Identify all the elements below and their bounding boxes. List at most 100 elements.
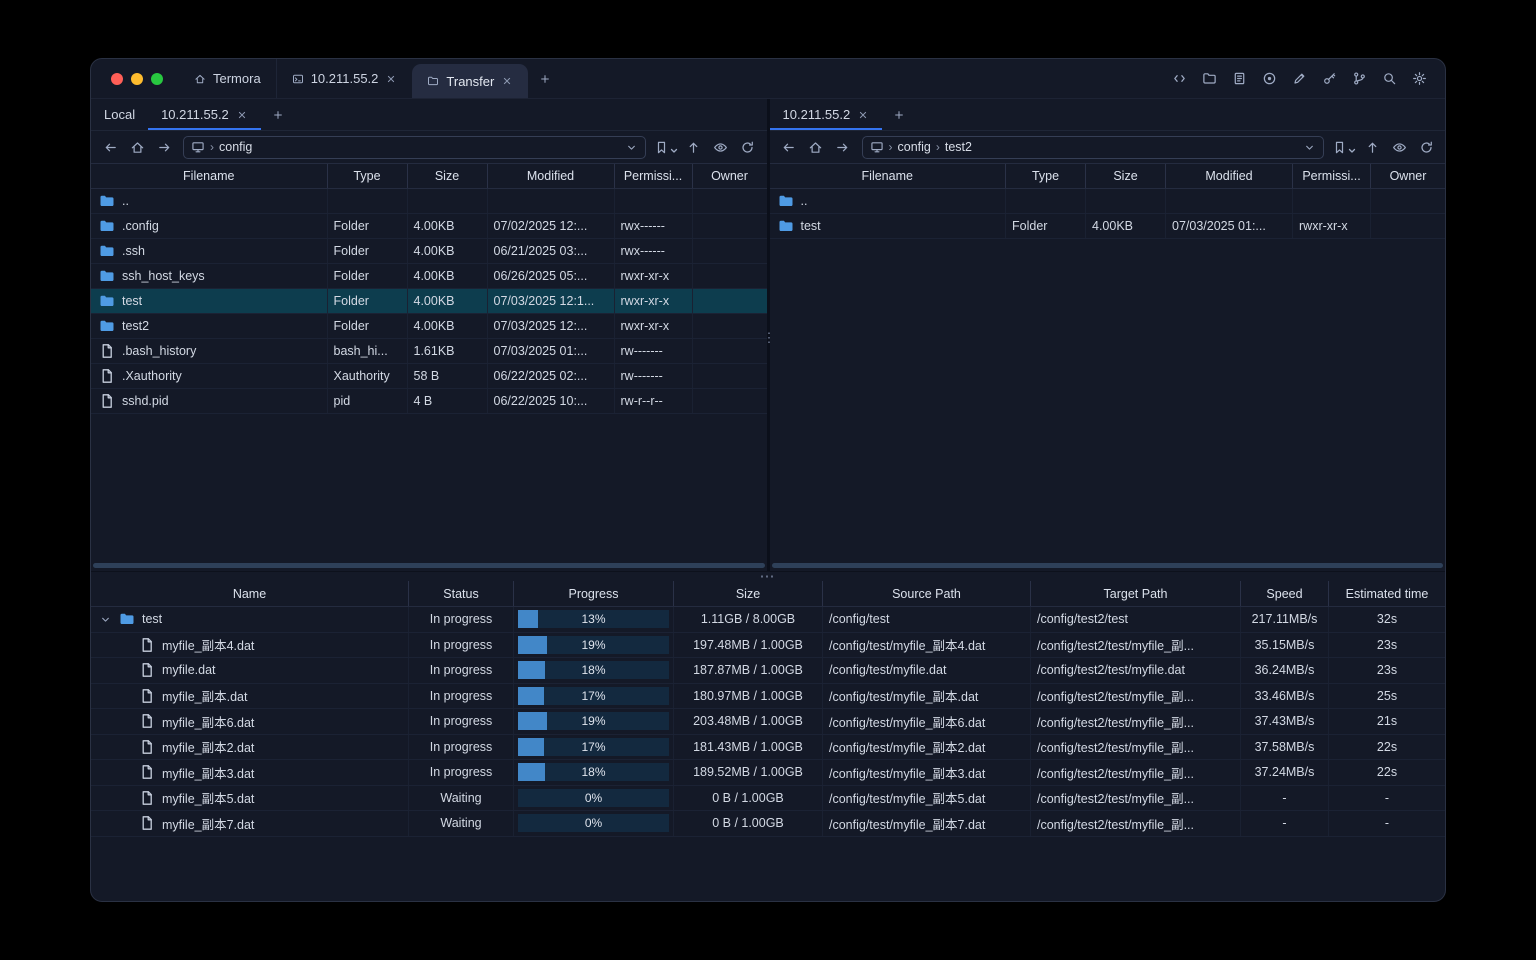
column-header-owner[interactable]: Owner [1371,164,1445,188]
file-icon [99,393,115,409]
folder-icon [99,193,115,209]
column-header-status[interactable]: Status [409,581,514,606]
file-row[interactable]: ssh_host_keys Folder 4.00KB 06/26/2025 05:.… [91,264,767,289]
transfer-panel-splitter[interactable]: ⋯ [91,569,1445,584]
column-header-filename[interactable]: Filename [91,164,328,188]
column-header-modified[interactable]: Modified [1166,164,1293,188]
search-icon[interactable] [1382,71,1397,86]
close-icon[interactable] [501,75,513,87]
file-row[interactable]: .. [91,189,767,214]
code-icon[interactable] [1172,71,1187,86]
column-header-permissi[interactable]: Permissi... [1293,164,1371,188]
bookmark-button[interactable] [1332,136,1356,158]
transfer-name-cell: test [91,607,409,632]
edit-icon[interactable] [1292,71,1307,86]
breadcrumb-segment[interactable]: config [898,140,931,154]
journal-icon[interactable] [1232,71,1247,86]
column-header-progress[interactable]: Progress [514,581,674,606]
transfer-size: 1.11GB / 8.00GB [674,607,823,632]
forward-button[interactable] [153,136,175,158]
home-button[interactable] [805,136,827,158]
chevron-down-icon[interactable] [625,141,638,154]
left-pane-tab-bar: Local 10.211.55.2 [91,99,767,131]
minimize-window-button[interactable] [131,72,143,85]
transfer-row[interactable]: myfile.dat In progress 18% 187.87MB / 1.00G… [91,658,1445,684]
back-button[interactable] [778,136,800,158]
column-header-type[interactable]: Type [1006,164,1086,188]
file-row[interactable]: .bash_history bash_hi... 1.61KB 07/03/2025 … [91,339,767,364]
file-row[interactable]: test Folder 4.00KB 07/03/2025 01:... rwxr-xr… [769,214,1445,239]
column-header-speed[interactable]: Speed [1241,581,1329,606]
file-row[interactable]: test Folder 4.00KB 07/03/2025 12:1... rwxr-x… [91,289,767,314]
breadcrumb-segment[interactable]: test2 [945,140,972,154]
app-tab-termora[interactable]: Termora [179,59,276,98]
home-button[interactable] [126,136,148,158]
bookmark-button[interactable] [654,136,678,158]
record-icon[interactable] [1262,71,1277,86]
column-header-size[interactable]: Size [674,581,823,606]
column-header-source-path[interactable]: Source Path [823,581,1031,606]
zoom-window-button[interactable] [151,72,163,85]
file-row[interactable]: .ssh Folder 4.00KB 06/21/2025 03:... rwx----… [91,239,767,264]
left-path-breadcrumb[interactable]: › config [183,135,646,159]
transfer-row[interactable]: myfile_副本7.dat Waiting 0% 0 B / 1.00GB/conf… [91,811,1445,837]
column-header-owner[interactable]: Owner [693,164,767,188]
file-row[interactable]: test2 Folder 4.00KB 07/03/2025 12:... rwxr-x… [91,314,767,339]
transfer-row[interactable]: myfile_副本3.dat In progress 18% 189.52MB / 1… [91,760,1445,786]
file-row[interactable]: .. [769,189,1445,214]
close-icon[interactable] [385,73,397,85]
column-header-size[interactable]: Size [408,164,488,188]
file-row[interactable]: .config Folder 4.00KB 07/02/2025 12:... rwx-… [91,214,767,239]
right-pane-tab-10-211-55-2[interactable]: 10.211.55.2 [769,99,883,130]
column-header-target-path[interactable]: Target Path [1031,581,1241,606]
forward-button[interactable] [832,136,854,158]
new-pane-tab-button[interactable] [261,99,295,130]
close-icon[interactable] [857,109,869,121]
upload-button[interactable] [1361,136,1383,158]
left-pane-tab-local[interactable]: Local [91,99,148,130]
column-header-estimated-time[interactable]: Estimated time [1329,581,1445,606]
transfer-row[interactable]: test In progress 13% 1.11GB / 8.00GB/config… [91,607,1445,633]
branch-icon[interactable] [1352,71,1367,86]
column-header-permissi[interactable]: Permissi... [615,164,693,188]
chevron-down-icon[interactable] [99,613,112,626]
horizontal-scrollbar[interactable] [93,563,765,568]
show-hidden-button[interactable] [710,136,732,158]
folder-icon[interactable] [1202,71,1217,86]
app-tab-transfer[interactable]: Transfer [412,64,529,98]
transfer-row[interactable]: myfile_副本5.dat Waiting 0% 0 B / 1.00GB/conf… [91,785,1445,811]
transfer-row[interactable]: myfile_副本4.dat In progress 19% 197.48MB / 1… [91,632,1445,658]
close-window-button[interactable] [111,72,123,85]
new-tab-button[interactable] [528,59,562,98]
show-hidden-button[interactable] [1388,136,1410,158]
settings-icon[interactable] [1412,71,1427,86]
app-tab-10-211-55-2[interactable]: 10.211.55.2 [275,59,413,98]
transfer-size: 0 B / 1.00GB [674,811,823,836]
right-path-breadcrumb[interactable]: › config › test2 [861,135,1324,159]
file-size: 4.00KB [1086,214,1166,238]
back-button[interactable] [99,136,121,158]
column-header-filename[interactable]: Filename [770,164,1006,188]
file-row[interactable]: .Xauthority Xauthority 58 B 06/22/2025 02:.… [91,364,767,389]
refresh-button[interactable] [1415,136,1437,158]
refresh-button[interactable] [737,136,759,158]
column-header-modified[interactable]: Modified [488,164,615,188]
close-icon[interactable] [236,109,248,121]
left-pane-tab-10-211-55-2[interactable]: 10.211.55.2 [148,99,261,130]
transfer-row[interactable]: myfile_副本2.dat In progress 17% 181.43MB / 1… [91,734,1445,760]
transfer-row[interactable]: myfile_副本.dat In progress 17% 180.97MB / 1.… [91,683,1445,709]
new-pane-tab-button[interactable] [882,99,916,130]
transfer-status: In progress [409,709,514,734]
column-header-size[interactable]: Size [1086,164,1166,188]
upload-button[interactable] [683,136,705,158]
app-window: Termora 10.211.55.2 Transfer Local 10.211.5… [90,58,1446,902]
horizontal-scrollbar[interactable] [771,563,1443,568]
column-header-type[interactable]: Type [328,164,408,188]
chevron-down-icon[interactable] [1303,141,1316,154]
column-header-name[interactable]: Name [91,581,409,606]
key-icon[interactable] [1322,71,1337,86]
file-size: 58 B [408,364,488,388]
breadcrumb-segment[interactable]: config [219,140,252,154]
transfer-row[interactable]: myfile_副本6.dat In progress 19% 203.48MB / 1… [91,709,1445,735]
file-row[interactable]: sshd.pid pid 4 B 06/22/2025 10:... rw-r--r-- [91,389,767,414]
